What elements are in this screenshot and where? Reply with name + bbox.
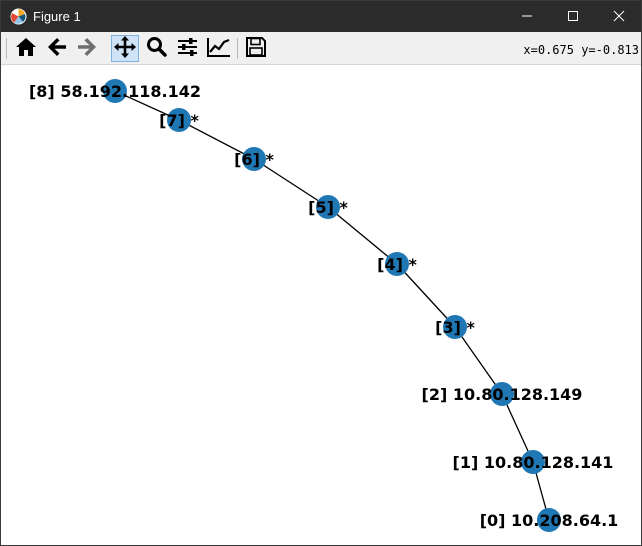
pan-button[interactable] [111,35,139,62]
sliders-icon [177,37,198,61]
edit-axis-button[interactable] [205,35,233,62]
minimize-button[interactable] [504,1,550,32]
home-icon [15,37,37,61]
move-icon [114,35,136,62]
window-title: Figure 1 [33,9,81,24]
configure-subplots-button[interactable] [173,35,201,62]
matplotlib-logo-icon [10,8,27,25]
cursor-coordinates: x=0.675 y=-0.813 [523,43,639,57]
magnifier-icon [146,36,167,61]
arrow-right-icon [77,37,97,61]
node-labels: [0] 10.208.64.1 [1] 10.80.128.141 [2] 10.8… [29,82,618,530]
floppy-disk-icon [246,36,266,61]
graph-node-label-1: [1] 10.80.128.141 [453,453,614,472]
line-chart-icon [207,37,231,61]
minimize-icon [521,7,533,26]
home-button[interactable] [12,35,40,62]
graph-edge-2-3 [454,326,503,395]
close-icon [613,7,625,26]
figure-window: Figure 1 x=0.675 y=-0.813 [0] 10.208.64.… [0,0,642,546]
toolbar-grip [6,38,7,59]
figure-canvas[interactable]: [0] 10.208.64.1 [1] 10.80.128.141 [2] 10.8… [1,66,641,545]
maximize-button[interactable] [550,1,596,32]
forward-button[interactable] [73,35,101,62]
title-bar[interactable]: Figure 1 [1,1,641,32]
graph-node-label-3: [3] * [435,318,475,337]
zoom-button[interactable] [142,35,170,62]
network-graph[interactable]: [0] 10.208.64.1 [1] 10.80.128.141 [2] 10.8… [1,66,641,545]
graph-node-label-4: [4] * [377,255,417,274]
back-button[interactable] [43,35,71,62]
maximize-icon [567,7,579,26]
navigation-toolbar: x=0.675 y=-0.813 [1,32,641,65]
graph-node-label-2: [2] 10.80.128.149 [422,385,583,404]
close-button[interactable] [596,1,642,32]
graph-node-label-7: [7] * [159,111,199,130]
arrow-left-icon [47,37,67,61]
save-button[interactable] [242,35,270,62]
graph-node-label-8: [8] 58.192.118.142 [29,82,201,101]
graph-node-label-0: [0] 10.208.64.1 [480,511,619,530]
toolbar-separator [237,38,238,59]
graph-node-label-6: [6] * [234,150,274,169]
graph-node-label-5: [5] * [308,198,348,217]
